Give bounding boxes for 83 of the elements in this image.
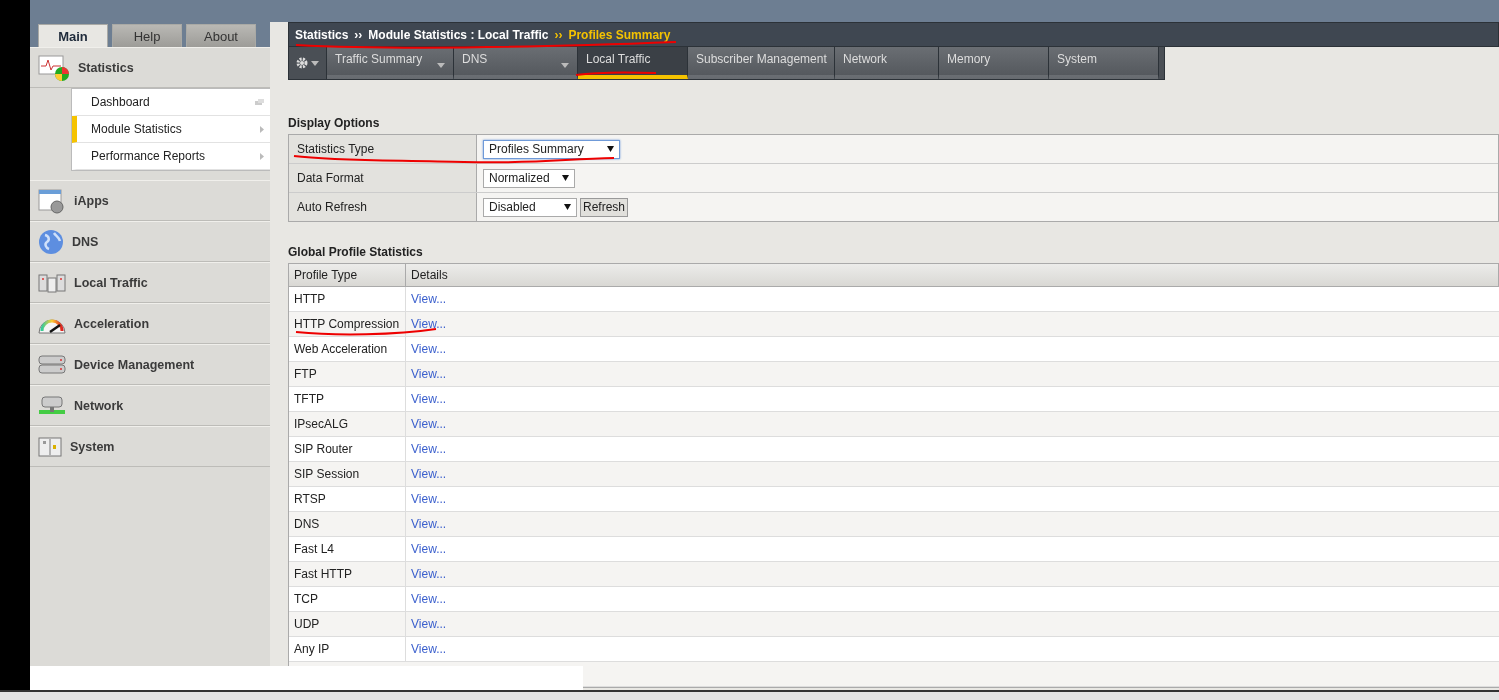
table-cell: DNS bbox=[289, 512, 406, 537]
option-label: Data Format bbox=[289, 164, 477, 192]
column-header: Profile Type bbox=[289, 264, 406, 287]
view-link[interactable]: View... bbox=[406, 437, 1499, 462]
caret-icon bbox=[561, 63, 569, 68]
table-cell: TFTP bbox=[289, 387, 406, 412]
server-stack-icon bbox=[38, 353, 66, 376]
option-label: Statistics Type bbox=[289, 135, 477, 163]
caret-icon bbox=[607, 146, 614, 152]
table-cell: Web Acceleration bbox=[289, 337, 406, 362]
submenu-item[interactable]: Dashboard bbox=[72, 89, 270, 116]
top-tab[interactable]: Help bbox=[112, 24, 182, 47]
globe-icon bbox=[38, 228, 64, 255]
view-link[interactable]: View... bbox=[406, 387, 1499, 412]
view-link[interactable]: View... bbox=[406, 562, 1499, 587]
view-link[interactable]: View... bbox=[406, 637, 1499, 662]
table-cell: UDP bbox=[289, 612, 406, 637]
nav-tab[interactable]: Traffic Summary bbox=[327, 47, 454, 79]
table-cell: SIP Session bbox=[289, 462, 406, 487]
nav-tab[interactable]: Local Traffic bbox=[578, 47, 688, 79]
breadcrumb-item[interactable]: Profiles Summary bbox=[568, 27, 671, 42]
caret-icon bbox=[311, 60, 319, 66]
settings-icon bbox=[296, 57, 308, 69]
window-icon bbox=[255, 99, 264, 105]
view-link[interactable]: View... bbox=[406, 312, 1499, 337]
nav-tab[interactable]: Subscriber Management bbox=[688, 47, 835, 79]
caret-icon bbox=[561, 175, 569, 181]
nav-tab[interactable]: Network bbox=[835, 47, 939, 79]
submenu-item[interactable]: Module Statistics bbox=[72, 116, 270, 143]
top-tab[interactable]: Main bbox=[38, 24, 108, 47]
table-cell: Fast L4 bbox=[289, 537, 406, 562]
table-cell: IPsecALG bbox=[289, 412, 406, 437]
view-link[interactable]: View... bbox=[406, 587, 1499, 612]
table-cell: RTSP bbox=[289, 487, 406, 512]
select-field[interactable]: Normalized bbox=[483, 168, 575, 188]
view-link[interactable]: View... bbox=[406, 412, 1499, 437]
arrow-icon bbox=[260, 125, 264, 133]
sidebar-item[interactable]: System bbox=[30, 426, 270, 467]
sidebar-item[interactable]: Device Management bbox=[30, 344, 270, 385]
sidebar-item[interactable]: DNS bbox=[30, 221, 270, 262]
sidebar-item[interactable]: Acceleration bbox=[30, 303, 270, 344]
arrow-icon bbox=[260, 152, 264, 160]
table-cell: SIP Router bbox=[289, 437, 406, 462]
table-cell: TCP bbox=[289, 587, 406, 612]
nav-tab[interactable]: Memory bbox=[939, 47, 1049, 79]
table-cell: HTTP Compression bbox=[289, 312, 406, 337]
nav-tab[interactable]: System bbox=[1049, 47, 1159, 79]
view-link[interactable]: View... bbox=[406, 512, 1499, 537]
top-tab[interactable]: About bbox=[186, 24, 256, 47]
view-link[interactable]: View... bbox=[406, 287, 1499, 312]
sidebar-item[interactable]: Network bbox=[30, 385, 270, 426]
submenu-item[interactable]: Performance Reports bbox=[72, 143, 270, 170]
table-cell: FTP bbox=[289, 362, 406, 387]
select-field[interactable]: Disabled bbox=[483, 197, 577, 217]
section-title: Global Profile Statistics bbox=[288, 245, 424, 259]
view-link[interactable]: View... bbox=[406, 612, 1499, 637]
section-title: Display Options bbox=[288, 116, 381, 130]
column-header: Details bbox=[406, 264, 1499, 287]
view-link[interactable]: View... bbox=[406, 462, 1499, 487]
refresh-button[interactable]: Refresh bbox=[580, 197, 629, 217]
servers-icon bbox=[38, 271, 66, 294]
table-cell: Fast HTTP bbox=[289, 562, 406, 587]
sliders-icon bbox=[38, 435, 62, 458]
view-link[interactable]: View... bbox=[406, 537, 1499, 562]
breadcrumb-separator: ›› bbox=[354, 27, 363, 42]
sidebar-item[interactable]: iApps bbox=[30, 180, 270, 221]
caret-icon bbox=[564, 204, 571, 210]
breadcrumb-item[interactable]: Module Statistics : Local Traffic bbox=[368, 27, 549, 42]
nav-tab[interactable]: DNS bbox=[454, 47, 578, 79]
breadcrumb-item[interactable]: Statistics bbox=[295, 27, 349, 42]
breadcrumb-separator: ›› bbox=[554, 27, 563, 42]
app-gear-icon bbox=[38, 187, 66, 214]
table-cell: HTTP bbox=[289, 287, 406, 312]
network-device-icon bbox=[38, 394, 66, 417]
sidebar-item[interactable]: Local Traffic bbox=[30, 262, 270, 303]
view-link[interactable]: View... bbox=[406, 487, 1499, 512]
table-cell: Any IP bbox=[289, 637, 406, 662]
chart-icon bbox=[38, 53, 70, 82]
view-link[interactable]: View... bbox=[406, 337, 1499, 362]
option-label: Auto Refresh bbox=[289, 193, 477, 221]
view-link[interactable]: View... bbox=[406, 362, 1499, 387]
select-field[interactable]: Profiles Summary bbox=[483, 139, 620, 159]
caret-icon bbox=[437, 63, 445, 68]
